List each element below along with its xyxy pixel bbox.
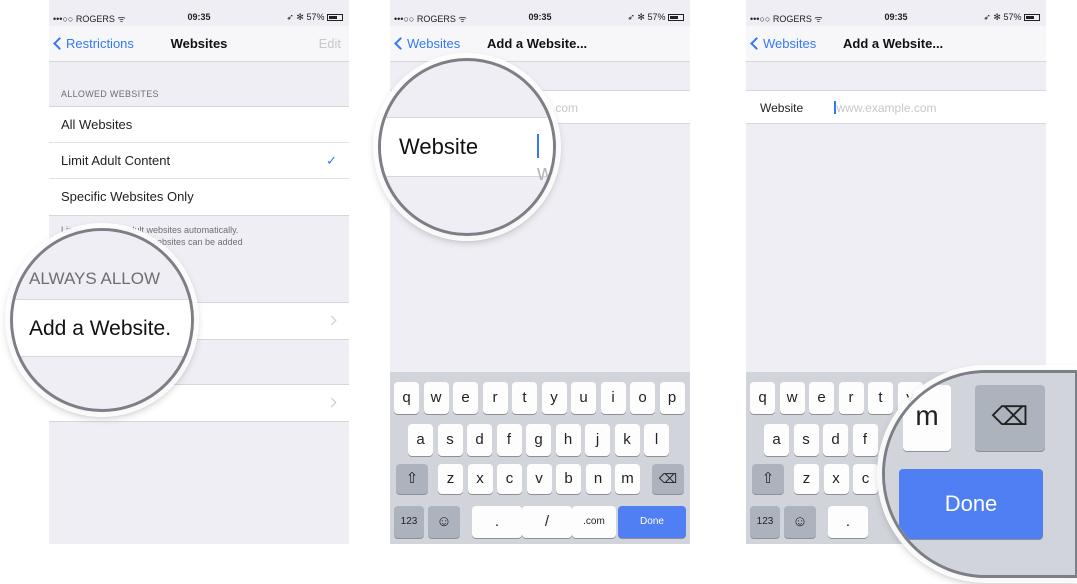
page-title: Add a Website... — [487, 36, 588, 51]
key-i[interactable]: i — [600, 382, 626, 414]
battery-icon — [668, 14, 684, 21]
key-a[interactable]: a — [764, 424, 789, 456]
battery-indicator: ➶ ✻ 57% — [286, 12, 343, 23]
edit-button[interactable]: Edit — [319, 36, 341, 51]
add-website-label: Add a Website. — [29, 317, 172, 340]
delete-key-zoomed[interactable]: ⌫ — [975, 385, 1045, 451]
chevron-right-icon — [326, 397, 337, 408]
navigation-bar: Websites Add a Website... — [746, 26, 1046, 62]
dotcom-key[interactable]: .com — [572, 506, 616, 538]
key-j[interactable]: j — [585, 424, 610, 456]
text-cursor — [834, 101, 836, 114]
key-o[interactable]: o — [630, 382, 655, 414]
key-e[interactable]: e — [809, 382, 834, 414]
period-key[interactable]: . — [828, 506, 868, 538]
navigation-bar: Restrictions Websites Edit — [49, 26, 349, 62]
always-allow-header: ALWAYS ALLOW — [29, 269, 161, 288]
website-input-zoomed[interactable]: w — [537, 134, 553, 186]
page-title: Websites — [170, 36, 228, 51]
option-specific-websites-only[interactable]: Specific Websites Only — [49, 179, 349, 215]
status-bar: •••○○ ROGERS ᯤ 09:35 ➶ ✻ 57% — [49, 8, 349, 24]
allowed-websites-group: All Websites Limit Adult Content ✓ Specif… — [49, 106, 349, 216]
delete-key[interactable]: ⌫ — [652, 464, 684, 494]
shift-key[interactable]: ⇧ — [396, 464, 428, 494]
key-s[interactable]: s — [437, 424, 463, 456]
done-key[interactable]: Done — [618, 506, 686, 538]
add-website-cell-zoomed[interactable]: Add a Website. — [13, 299, 191, 357]
keyboard: qwertyuiop asdfghjkl zxcvbnm ⇧ ⌫ 123 ☺ . /… — [390, 372, 690, 544]
key-c[interactable]: c — [853, 464, 878, 494]
key-y[interactable]: y — [541, 382, 567, 414]
back-button-websites[interactable]: Websites — [750, 36, 816, 51]
battery-icon — [327, 14, 343, 21]
key-a[interactable]: a — [408, 424, 433, 456]
key-r[interactable]: r — [838, 382, 864, 414]
key-k[interactable]: k — [614, 424, 640, 456]
key-v[interactable]: v — [526, 464, 552, 494]
emoji-key[interactable]: ☺ — [784, 506, 816, 538]
battery-icon — [1024, 14, 1040, 21]
key-c[interactable]: c — [497, 464, 522, 494]
chevron-right-icon — [326, 315, 337, 326]
status-bar: •••○○ ROGERS ᯤ 09:35 ➶ ✻ 57% — [746, 8, 1046, 24]
key-f[interactable]: f — [852, 424, 878, 456]
key-n[interactable]: n — [585, 464, 611, 494]
key-z[interactable]: z — [438, 464, 463, 494]
emoji-key[interactable]: ☺ — [428, 506, 460, 538]
key-e[interactable]: e — [453, 382, 478, 414]
website-input[interactable]: www.example.com — [834, 101, 937, 115]
period-key[interactable]: . — [472, 506, 522, 538]
key-q[interactable]: q — [750, 382, 775, 414]
key-m[interactable]: m — [615, 464, 640, 494]
key-w[interactable]: w — [779, 382, 805, 414]
numbers-key[interactable]: 123 — [394, 506, 424, 538]
key-d[interactable]: d — [467, 424, 492, 456]
website-field-zoomed[interactable]: Website w — [381, 117, 553, 185]
chevron-left-icon — [394, 37, 407, 50]
magnifier-website-field: Website w — [378, 58, 556, 236]
key-g[interactable]: g — [526, 424, 551, 456]
page-title: Add a Website... — [843, 36, 944, 51]
key-q[interactable]: q — [394, 382, 419, 414]
key-z[interactable]: z — [794, 464, 819, 494]
section-header-allowed-websites: ALLOWED WEBSITES — [61, 89, 159, 99]
key-f[interactable]: f — [496, 424, 522, 456]
shift-key[interactable]: ⇧ — [752, 464, 784, 494]
key-l[interactable]: l — [644, 424, 669, 456]
key-u[interactable]: u — [571, 382, 596, 414]
key-w[interactable]: w — [423, 382, 449, 414]
battery-indicator: ➶ ✻ 57% — [627, 12, 684, 23]
key-d[interactable]: d — [823, 424, 848, 456]
chevron-left-icon — [750, 37, 763, 50]
back-button-websites[interactable]: Websites — [394, 36, 460, 51]
website-field-row[interactable]: Website www.example.com — [746, 90, 1046, 124]
key-r[interactable]: r — [482, 382, 508, 414]
website-label-zoomed: Website — [399, 134, 479, 159]
key-t[interactable]: t — [512, 382, 537, 414]
option-all-websites[interactable]: All Websites — [49, 107, 349, 143]
magnifier-done-key: m ⌫ Done — [882, 370, 1077, 578]
key-p[interactable]: p — [659, 382, 685, 414]
checkmark-icon: ✓ — [326, 153, 337, 168]
website-field-label: Website — [760, 101, 804, 115]
key-x[interactable]: x — [467, 464, 493, 494]
done-key-zoomed[interactable]: Done — [899, 469, 1043, 539]
key-s[interactable]: s — [793, 424, 819, 456]
status-bar: •••○○ ROGERS ᯤ 09:35 ➶ ✻ 57% — [390, 8, 690, 24]
battery-indicator: ➶ ✻ 57% — [983, 12, 1040, 23]
numbers-key[interactable]: 123 — [750, 506, 780, 538]
key-b[interactable]: b — [556, 464, 581, 494]
text-cursor — [537, 134, 539, 158]
m-key-zoomed[interactable]: m — [903, 385, 951, 451]
magnifier-always-allow: ALWAYS ALLOW Add a Website. — [10, 228, 194, 412]
slash-key[interactable]: / — [522, 506, 572, 538]
navigation-bar: Websites Add a Website... — [390, 26, 690, 62]
key-h[interactable]: h — [555, 424, 581, 456]
key-x[interactable]: x — [823, 464, 849, 494]
option-limit-adult-content[interactable]: Limit Adult Content ✓ — [49, 143, 349, 179]
